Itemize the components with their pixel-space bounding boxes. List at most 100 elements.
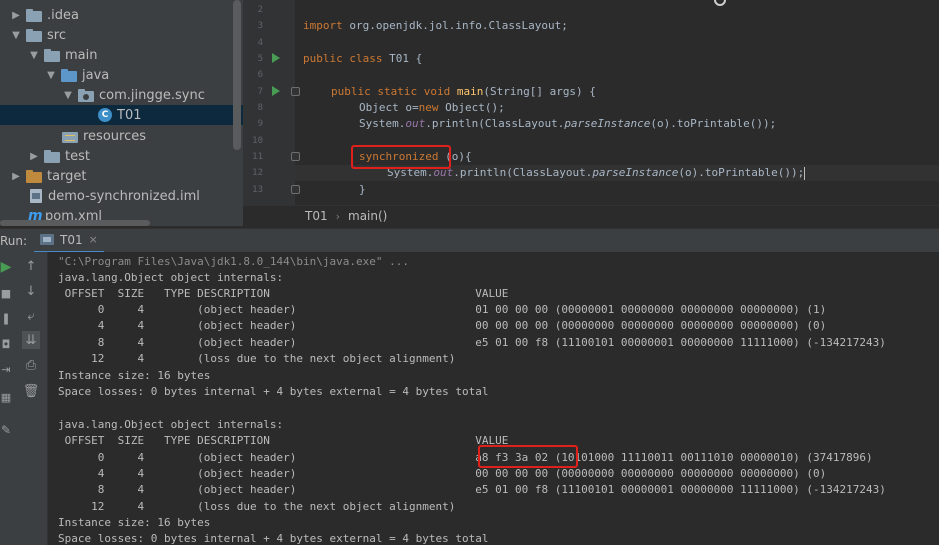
folder-icon [44,149,60,163]
console-row: 12 4 (loss due to the next object alignm… [58,500,456,513]
code-editor[interactable]: 2 3 4 5 6 7 8 9 10 11 12 13 import org.o… [243,0,939,205]
tree-item-iml[interactable]: demo-synchronized.iml [0,186,243,206]
console-instance-size: Instance size: 16 bytes [58,516,211,529]
line-number: 5 [257,54,263,64]
tree-item-main[interactable]: ▼ main [0,45,243,65]
run-tool-header: Run: T01 × [0,228,939,253]
tab-label: T01 [60,232,83,247]
pause-icon[interactable]: ❚ [0,310,14,326]
console-space-losses: Space losses: 0 bytes internal + 4 bytes… [58,385,489,398]
run-main-icon[interactable] [272,86,280,96]
horizontal-scrollbar[interactable] [0,220,150,226]
fold-icon[interactable] [291,152,300,161]
soft-wrap-icon[interactable]: ⤶ [23,308,39,324]
console-row: 0 4 (object header) 01 00 00 00 (0000000… [58,303,827,316]
arrow-down-icon[interactable]: ↓ [23,283,39,299]
tree-item-label: target [47,168,87,184]
tree-item-t01[interactable]: C T01 [0,105,243,125]
tree-item-target[interactable]: ▶ target [0,166,243,186]
package-icon [78,88,94,102]
console-row: 12 4 (loss due to the next object alignm… [58,352,456,365]
source-folder-icon [61,68,77,82]
console-output[interactable]: "C:\Program Files\Java\jdk1.8.0_144\bin\… [48,252,939,545]
line-number: 12 [252,168,263,178]
chevron-down-icon[interactable]: ▼ [10,29,22,41]
tree-item-package[interactable]: ▼ com.jingge.sync [0,85,243,105]
console-row: 4 4 (object header) 00 00 00 00 (0000000… [58,319,827,332]
tree-item-label: com.jingge.sync [99,87,205,103]
chevron-down-icon[interactable]: ▼ [62,89,74,101]
camera-icon[interactable]: ◘ [0,336,14,352]
chevron-right-icon[interactable]: ▶ [10,170,22,182]
line-number: 9 [257,119,263,129]
breadcrumb-class[interactable]: T01 [305,209,328,223]
console-table-header: OFFSET SIZE TYPE DESCRIPTION VALUE [58,287,509,300]
tree-item-label: .idea [47,7,79,23]
text-caret [804,166,806,180]
console-table-header: OFFSET SIZE TYPE DESCRIPTION VALUE [58,434,509,447]
line-number: 7 [257,87,263,97]
pin-icon[interactable]: ✎ [0,422,14,438]
code-line-class: public class T01 { [303,52,423,65]
tree-item-label: src [47,27,66,43]
tree-item-test[interactable]: ▶ test [0,146,243,166]
layout-icon[interactable]: ▦ [0,389,14,405]
tree-item-java[interactable]: ▼ java [0,65,243,85]
tree-item-src[interactable]: ▼ src [0,25,243,45]
side-toolbar: ▶ ■ ❚ ◘ ⇥ ▦ ✎ [0,252,14,545]
chevron-down-icon[interactable]: ▼ [28,49,40,61]
console-row: 8 4 (object header) e5 01 00 f8 (1110010… [58,483,886,496]
line-number: 6 [257,70,263,80]
stop-icon[interactable]: ■ [0,285,14,301]
code-line-main: public static void main(String[] args) { [331,85,596,98]
editor-gutter: 2 3 4 5 6 7 8 9 10 11 12 13 [243,0,300,205]
chevron-right-icon[interactable]: ▶ [28,150,40,162]
tree-item-label: java [82,67,110,83]
tree-item-label: main [65,47,98,63]
breadcrumb-method[interactable]: main() [348,209,387,223]
folder-icon [26,8,42,22]
code-line-import: import org.openjdk.jol.info.ClassLayout; [303,19,568,32]
resources-folder-icon [62,130,78,143]
tree-item-label: T01 [117,107,142,123]
console-block-title: java.lang.Object object internals: [58,418,284,431]
tree-item-label: test [65,148,90,164]
tree-item-label: demo-synchronized.iml [48,188,200,204]
synchronized-highlight-box [351,145,451,169]
run-label: Run: [0,233,28,248]
exit-icon[interactable]: ⇥ [0,361,14,377]
tree-item-resources[interactable]: resources [0,126,243,146]
print-icon[interactable]: ⎙ [23,357,39,373]
breadcrumb: T01 › main() [243,205,939,226]
line-number: 8 [257,103,263,113]
folder-icon [44,48,60,62]
arrow-up-icon[interactable]: ↑ [23,258,39,274]
rerun-icon[interactable]: ▶ [0,259,14,275]
tab-run-t01[interactable]: T01 × [34,228,104,253]
console-instance-size: Instance size: 16 bytes [58,369,211,382]
tree-item-label: resources [83,128,147,144]
application-icon [40,234,54,245]
close-icon[interactable]: × [89,233,98,246]
code-line-print1: System.out.println(ClassLayout.parseInst… [359,117,777,130]
vertical-scrollbar[interactable] [233,0,241,150]
scroll-to-end-icon[interactable]: ⇊ [22,331,40,349]
trash-icon[interactable]: 🗑 [23,383,40,399]
code-line-object: Object o=new Object(); [359,101,505,114]
console-block-title: java.lang.Object object internals: [58,271,284,284]
run-class-icon[interactable] [272,53,280,63]
module-file-icon [30,189,42,203]
mark-word-highlight-box [478,445,578,468]
line-number: 13 [252,185,263,195]
code-line-close: } [359,183,366,196]
chevron-right-icon[interactable]: ▶ [10,9,22,21]
console-row: 4 4 (object header) 00 00 00 00 (0000000… [58,467,827,480]
console-space-losses: Space losses: 0 bytes internal + 4 bytes… [58,532,489,545]
fold-icon[interactable] [291,87,300,96]
breakpoint-icon[interactable] [714,0,726,6]
chevron-down-icon[interactable]: ▼ [45,69,57,81]
tree-item-idea[interactable]: ▶ .idea [0,5,243,25]
breadcrumb-separator: › [335,209,341,223]
fold-icon[interactable] [291,185,300,194]
console-command-line: "C:\Program Files\Java\jdk1.8.0_144\bin\… [58,255,409,268]
